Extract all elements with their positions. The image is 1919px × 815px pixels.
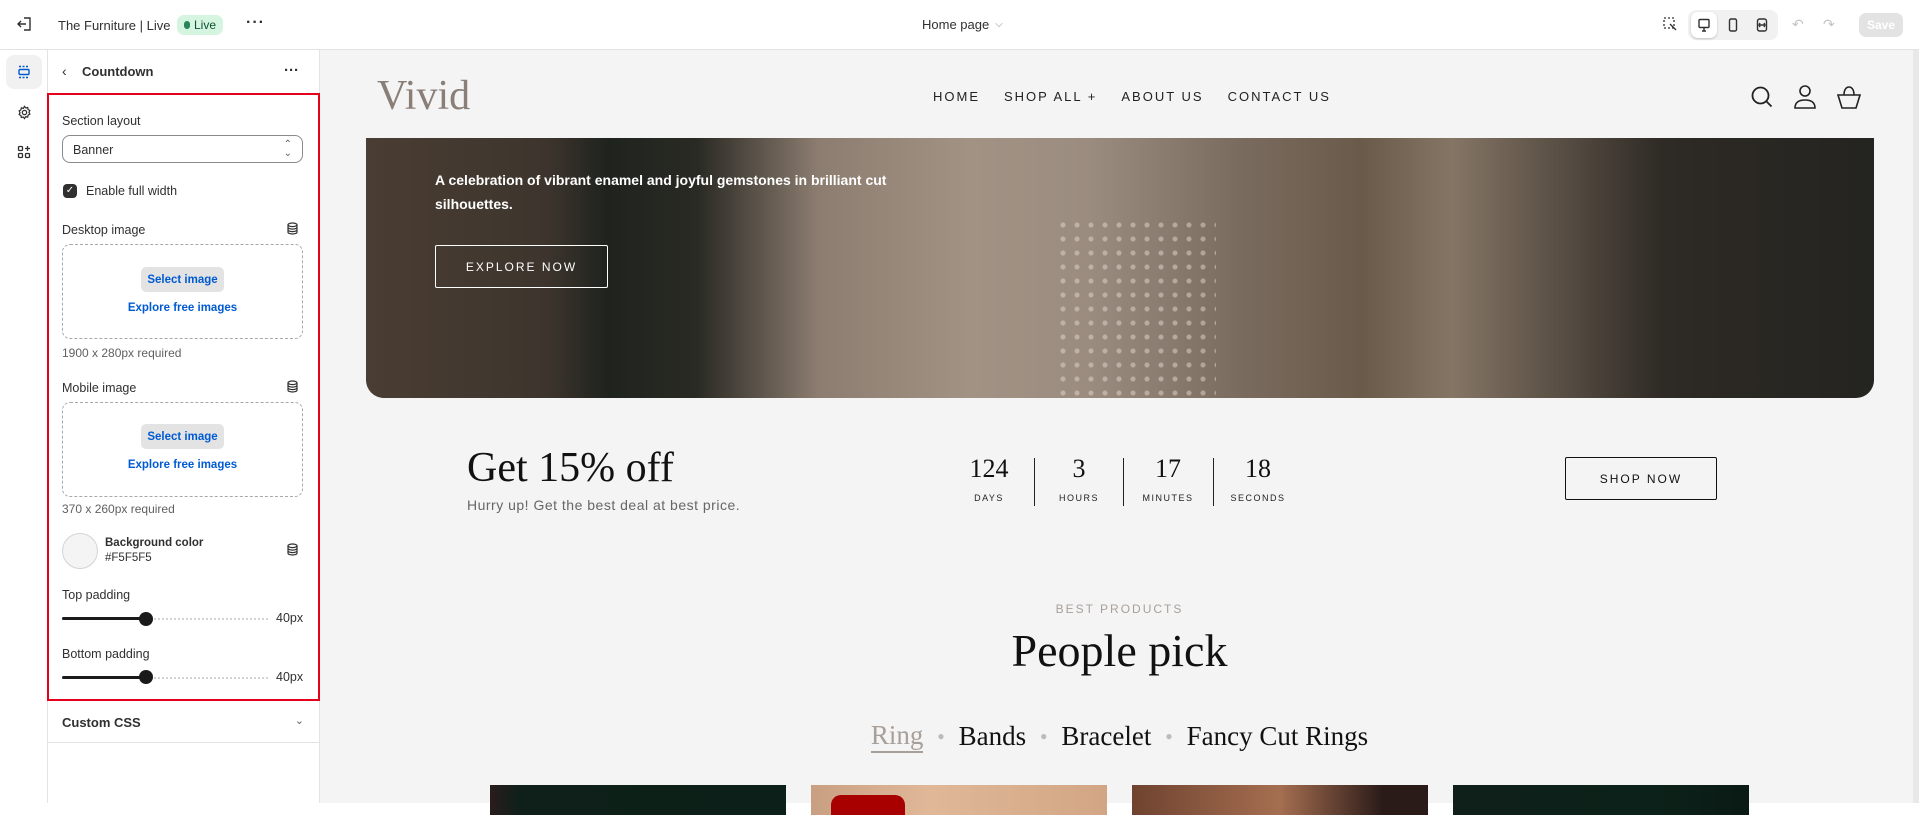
countdown-seconds-value: 18	[1245, 454, 1271, 483]
background-color-swatch[interactable]	[62, 533, 98, 569]
bottom-padding-label: Bottom padding	[62, 647, 150, 661]
countdown-hours-label: HOURS	[1058, 493, 1099, 503]
chevron-down-icon: ⌵	[995, 19, 1003, 30]
product-card-image[interactable]	[811, 785, 1107, 815]
store-logo[interactable]: Vivid	[377, 72, 470, 120]
countdown-title: Get 15% off	[467, 445, 674, 491]
product-card-image[interactable]	[490, 785, 786, 815]
apps-icon[interactable]	[6, 135, 42, 169]
status-dot-icon	[184, 21, 190, 29]
panel-title: Countdown	[82, 64, 154, 79]
product-category-tabs: Ring ● Bands ● Bracelet ● Fancy Cut Ring…	[320, 720, 1919, 753]
countdown-divider	[1213, 458, 1214, 506]
mobile-image-label: Mobile image	[62, 381, 137, 395]
section-layout-label: Section layout	[62, 114, 141, 128]
bottom-padding-value: 40px	[276, 670, 304, 684]
tab-bracelet[interactable]: Bracelet	[1061, 721, 1151, 752]
background-color-label: Background color	[105, 537, 204, 549]
top-padding-fill	[62, 617, 146, 620]
tab-bands[interactable]: Bands	[959, 721, 1027, 752]
mobile-explore-images-link[interactable]: Explore free images	[62, 459, 303, 471]
sections-icon[interactable]	[6, 55, 42, 89]
select-arrows-icon: ⌃ ⌄	[283, 139, 292, 159]
product-card-image[interactable]	[1453, 785, 1749, 815]
countdown-seconds-label: SECONDS	[1230, 493, 1286, 503]
custom-css-label: Custom CSS	[62, 715, 141, 730]
full-width-checkbox[interactable]: ✓	[63, 184, 77, 198]
redo-icon[interactable]: ↷	[1823, 16, 1835, 33]
bottom-padding-fill	[62, 676, 146, 679]
mobile-image-help: 370 x 260px required	[62, 502, 175, 516]
countdown-minutes-label: MINUTES	[1142, 493, 1194, 503]
preview-scrollbar[interactable]	[1913, 50, 1919, 803]
countdown-subtitle: Hurry up! Get the best deal at best pric…	[467, 497, 741, 513]
countdown-days-label: DAYS	[974, 493, 1004, 503]
settings-gear-icon[interactable]	[6, 95, 42, 129]
full-width-label: Enable full width	[86, 184, 178, 198]
nav-shop-all[interactable]: SHOP ALL +	[1004, 89, 1097, 104]
pearl-necklace-graphic	[1056, 218, 1216, 398]
mobile-select-image-button[interactable]: Select image	[141, 424, 224, 449]
editor-topbar: The Furniture | Live Live ··· Home page …	[0, 0, 1919, 50]
countdown-divider	[1034, 458, 1035, 506]
cart-icon[interactable]	[1836, 84, 1862, 115]
more-actions-icon[interactable]: ···	[246, 14, 265, 32]
sidebar-rail	[0, 50, 48, 803]
top-padding-slider-thumb[interactable]	[139, 612, 153, 626]
nav-about-us[interactable]: ABOUT US	[1121, 89, 1203, 104]
countdown-divider	[1123, 458, 1124, 506]
mobile-image-dropzone[interactable]	[62, 402, 303, 497]
hero-text: A celebration of vibrant enamel and joyf…	[435, 172, 887, 212]
search-icon[interactable]	[1750, 85, 1774, 114]
live-label: Live	[194, 18, 217, 32]
desktop-image-help: 1900 x 280px required	[62, 346, 182, 360]
nav-contact-us[interactable]: CONTACT US	[1228, 89, 1331, 104]
tab-separator-dot: ●	[937, 729, 945, 743]
countdown-hours-value: 3	[1072, 454, 1086, 483]
product-card-image[interactable]	[1132, 785, 1428, 815]
background-color-value: #F5F5F5	[105, 552, 152, 564]
desktop-select-image-button[interactable]: Select image	[141, 267, 224, 292]
inspector-icon[interactable]	[1662, 16, 1678, 37]
main-nav: HOME SHOP ALL + ABOUT US CONTACT US	[933, 89, 1331, 104]
explore-now-button[interactable]: EXPLORE NOW	[435, 245, 608, 288]
countdown-days-value: 124	[969, 454, 1009, 483]
desktop-explore-images-link[interactable]: Explore free images	[62, 302, 303, 314]
custom-css-accordion[interactable]: Custom CSS ⌄	[48, 701, 320, 743]
tab-separator-dot: ●	[1165, 729, 1173, 743]
top-padding-label: Top padding	[62, 588, 131, 602]
undo-icon[interactable]: ↶	[1792, 16, 1804, 33]
tab-ring[interactable]: Ring	[870, 720, 924, 753]
live-badge: Live	[177, 15, 224, 35]
products-eyebrow: BEST PRODUCTS	[1055, 602, 1184, 616]
section-layout-value: Banner	[73, 143, 114, 157]
tab-separator-dot: ●	[1040, 729, 1048, 743]
section-layout-select[interactable]: Banner ⌃ ⌄	[62, 135, 303, 163]
store-name: The Furniture | Live	[58, 18, 171, 33]
countdown-minutes-value: 17	[1155, 454, 1181, 483]
dynamic-source-icon[interactable]	[286, 222, 299, 240]
exit-icon[interactable]	[16, 15, 34, 38]
shop-now-button[interactable]: SHOP NOW	[1565, 457, 1717, 500]
save-button[interactable]: Save	[1859, 13, 1903, 37]
page-selector-label: Home page	[922, 17, 990, 32]
products-title: People pick	[1011, 625, 1228, 676]
chevron-down-icon: ⌄	[294, 715, 304, 727]
nav-home[interactable]: HOME	[933, 89, 980, 104]
account-icon[interactable]	[1793, 84, 1817, 115]
fullscreen-view-icon[interactable]	[1749, 12, 1775, 38]
tab-fancy-cut-rings[interactable]: Fancy Cut Rings	[1187, 721, 1369, 752]
desktop-image-label: Desktop image	[62, 223, 146, 237]
page-selector[interactable]: Home page ⌵	[922, 17, 1003, 32]
dynamic-source-icon[interactable]	[286, 543, 299, 561]
desktop-view-icon[interactable]	[1691, 12, 1717, 38]
mobile-view-icon[interactable]	[1720, 12, 1746, 38]
bottom-padding-slider-thumb[interactable]	[139, 670, 153, 684]
back-chevron-icon[interactable]: ‹	[62, 63, 67, 79]
panel-more-icon[interactable]: ···	[284, 62, 299, 79]
top-padding-value: 40px	[276, 611, 304, 625]
dynamic-source-icon[interactable]	[286, 380, 299, 398]
product-badge	[831, 795, 905, 815]
